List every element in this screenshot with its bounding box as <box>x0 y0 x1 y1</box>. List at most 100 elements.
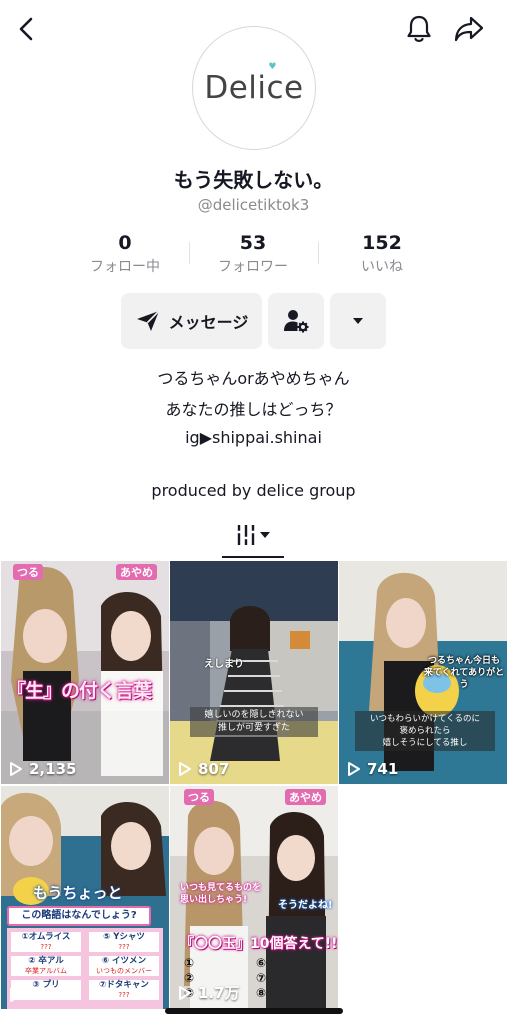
play-icon <box>10 762 22 776</box>
following-count: 0 <box>118 232 132 254</box>
tag-label: つる <box>184 789 214 805</box>
heart-icon: ♥ <box>268 62 277 72</box>
video-caption: いつもわらいかけてくるのに 褒められたら 嬉しそうにしてる推し <box>355 711 495 751</box>
view-count-text: 1.7万 <box>198 984 240 1002</box>
speech-bubble: つるちゃん今日も 来てくれてありがとう <box>421 655 507 691</box>
bio-line: あなたの推しはどっち？ <box>165 400 342 419</box>
video-caption: そうだよね! <box>278 900 333 911</box>
play-icon <box>348 762 360 776</box>
home-indicator[interactable] <box>165 1008 343 1014</box>
caret-down-icon <box>353 318 363 324</box>
quiz-item-answer: ??? <box>118 943 130 951</box>
quiz-item-answer: 卒業アルバム <box>25 967 67 975</box>
video-thumbnail[interactable]: つる あやめ いつも見てるものを 思い出しちゃう! そうだよね! 『〇〇玉』10… <box>170 786 338 1009</box>
share-arrow-icon <box>454 16 484 42</box>
quiz-item-answer: いつものメンバー <box>96 967 152 975</box>
quiz-item: ⑤ Yシャツ ??? <box>89 932 159 952</box>
video-thumbnail[interactable]: つるちゃん今日も 来てくれてありがとう いつもわらいかけてくるのに 褒められたら… <box>339 561 507 784</box>
view-count <box>9 987 29 1003</box>
bio-line: つるちゃんorあやめちゃん <box>157 369 350 388</box>
quiz-item: ⑦ドタキャン ??? <box>89 980 159 1000</box>
bubble-line: 来てくれてありがとう <box>423 668 505 690</box>
video-caption: いつも見てるものを 思い出しちゃう! <box>180 882 261 906</box>
quiz-item: ⑥ イツメン いつものメンバー <box>89 956 159 976</box>
followers-count: 53 <box>239 232 267 254</box>
stat-following[interactable]: 0 フォロー中 <box>70 232 180 276</box>
caption-line: 推しが可愛すぎた <box>217 723 290 733</box>
play-icon <box>10 988 22 1002</box>
user-settings-icon <box>284 310 309 333</box>
followers-label: フォロワー <box>218 259 288 275</box>
play-icon <box>179 985 191 1000</box>
tab-underline <box>222 556 284 558</box>
message-label: メッセージ <box>168 313 249 332</box>
quiz-item: ② 卒アル 卒業アルバム <box>11 956 81 976</box>
profile-handle: @delicetiktok3 <box>197 196 310 214</box>
avatar[interactable]: Delice ♥ <box>192 26 316 150</box>
video-thumbnail-image <box>170 561 338 784</box>
number-item: ⑧ <box>256 986 267 1000</box>
video-title: 『〇〇玉』10個答えて!! <box>180 936 338 952</box>
chevron-left-icon <box>19 17 33 41</box>
following-label: フォロー中 <box>90 259 160 275</box>
caption-line: 褒められたら <box>399 726 451 736</box>
quiz-board: ①オムライス ??? ⑤ Yシャツ ??? ② 卒アル 卒業アルバム ⑥ イツメ… <box>7 928 163 1009</box>
quiz-item-label: ⑦ドタキャン <box>99 980 149 990</box>
quiz-item-label: ①オムライス <box>21 932 71 942</box>
caption-line: 嬉しそうにしてる推し <box>382 738 468 748</box>
view-count: 807 <box>178 760 229 778</box>
quiz-item-label: ⑤ Yシャツ <box>103 932 145 942</box>
quiz-item-answer: ??? <box>118 991 130 999</box>
quiz-item-label: ② 卒アル <box>28 956 64 966</box>
video-caption: 『生』の付く言葉 <box>7 680 152 702</box>
video-title: もうちょっと <box>33 884 123 902</box>
bio-link[interactable]: ig▶shippai.shinai <box>0 428 507 447</box>
tab-videos[interactable] <box>222 520 284 550</box>
view-count-text: 807 <box>198 760 230 778</box>
view-count-text: 2,135 <box>29 760 77 778</box>
video-thumbnail-image <box>1 561 169 784</box>
video-caption: 嬉しいのを隠しきれない 推しが可愛すぎた <box>190 707 318 737</box>
avatar-logo-text: Delice ♥ <box>204 62 304 106</box>
tag-label: あやめ <box>116 564 157 580</box>
caption-line: 嬉しいのを隠しきれない <box>204 710 304 720</box>
caption-line: いつもわらいかけてくるのに <box>369 714 481 724</box>
play-icon <box>179 762 191 776</box>
number-item: ⑦ <box>256 971 267 985</box>
video-thumbnail[interactable]: つる あやめ 『生』の付く言葉 2,135 <box>1 561 169 784</box>
stat-likes[interactable]: 152 いいね <box>327 232 437 276</box>
number-item: ⑥ <box>256 956 267 970</box>
video-thumbnail[interactable]: もうちょっと この略語はなんでしょう? ①オムライス ??? ⑤ Yシャツ ??… <box>1 786 169 1009</box>
view-count: 1.7万 <box>178 982 240 1003</box>
quiz-item: ①オムライス ??? <box>11 932 81 952</box>
bio-line: produced by delice group <box>151 481 356 500</box>
grid-icon <box>236 525 270 545</box>
bubble-line: つるちゃん今日も <box>427 656 500 666</box>
message-button[interactable]: メッセージ <box>121 293 262 349</box>
send-icon <box>136 310 160 331</box>
tag-label: えしまり <box>204 659 244 670</box>
quiz-item-answer: ??? <box>40 943 52 951</box>
likes-count: 152 <box>362 232 402 254</box>
caption-line: 思い出しちゃう! <box>180 895 248 905</box>
view-count: 2,135 <box>9 760 76 778</box>
number-item: ① <box>184 956 195 970</box>
stat-divider <box>318 242 319 264</box>
stat-followers[interactable]: 53 フォロワー <box>198 232 308 276</box>
tag-label: つる <box>13 564 43 580</box>
bell-icon <box>407 15 431 42</box>
video-thumbnail[interactable]: えしまり 嬉しいのを隠しきれない 推しが可愛すぎた 807 <box>170 561 338 784</box>
friend-settings-button[interactable] <box>268 293 324 349</box>
tag-label: あやめ <box>285 789 326 805</box>
stat-divider <box>189 242 190 264</box>
back-button[interactable] <box>10 12 44 46</box>
quiz-item-label: ⑥ イツメン <box>101 956 147 966</box>
view-count: 741 <box>347 760 398 778</box>
profile-name: もう失敗しない。 <box>173 168 334 192</box>
notification-button[interactable] <box>402 12 436 46</box>
caption-line: いつも見てるものを <box>180 883 262 893</box>
share-button[interactable] <box>452 12 486 46</box>
more-options-button[interactable] <box>330 293 386 349</box>
number-list: ⑥ ⑦ ⑧ <box>256 956 266 1001</box>
view-count-text: 741 <box>367 760 399 778</box>
